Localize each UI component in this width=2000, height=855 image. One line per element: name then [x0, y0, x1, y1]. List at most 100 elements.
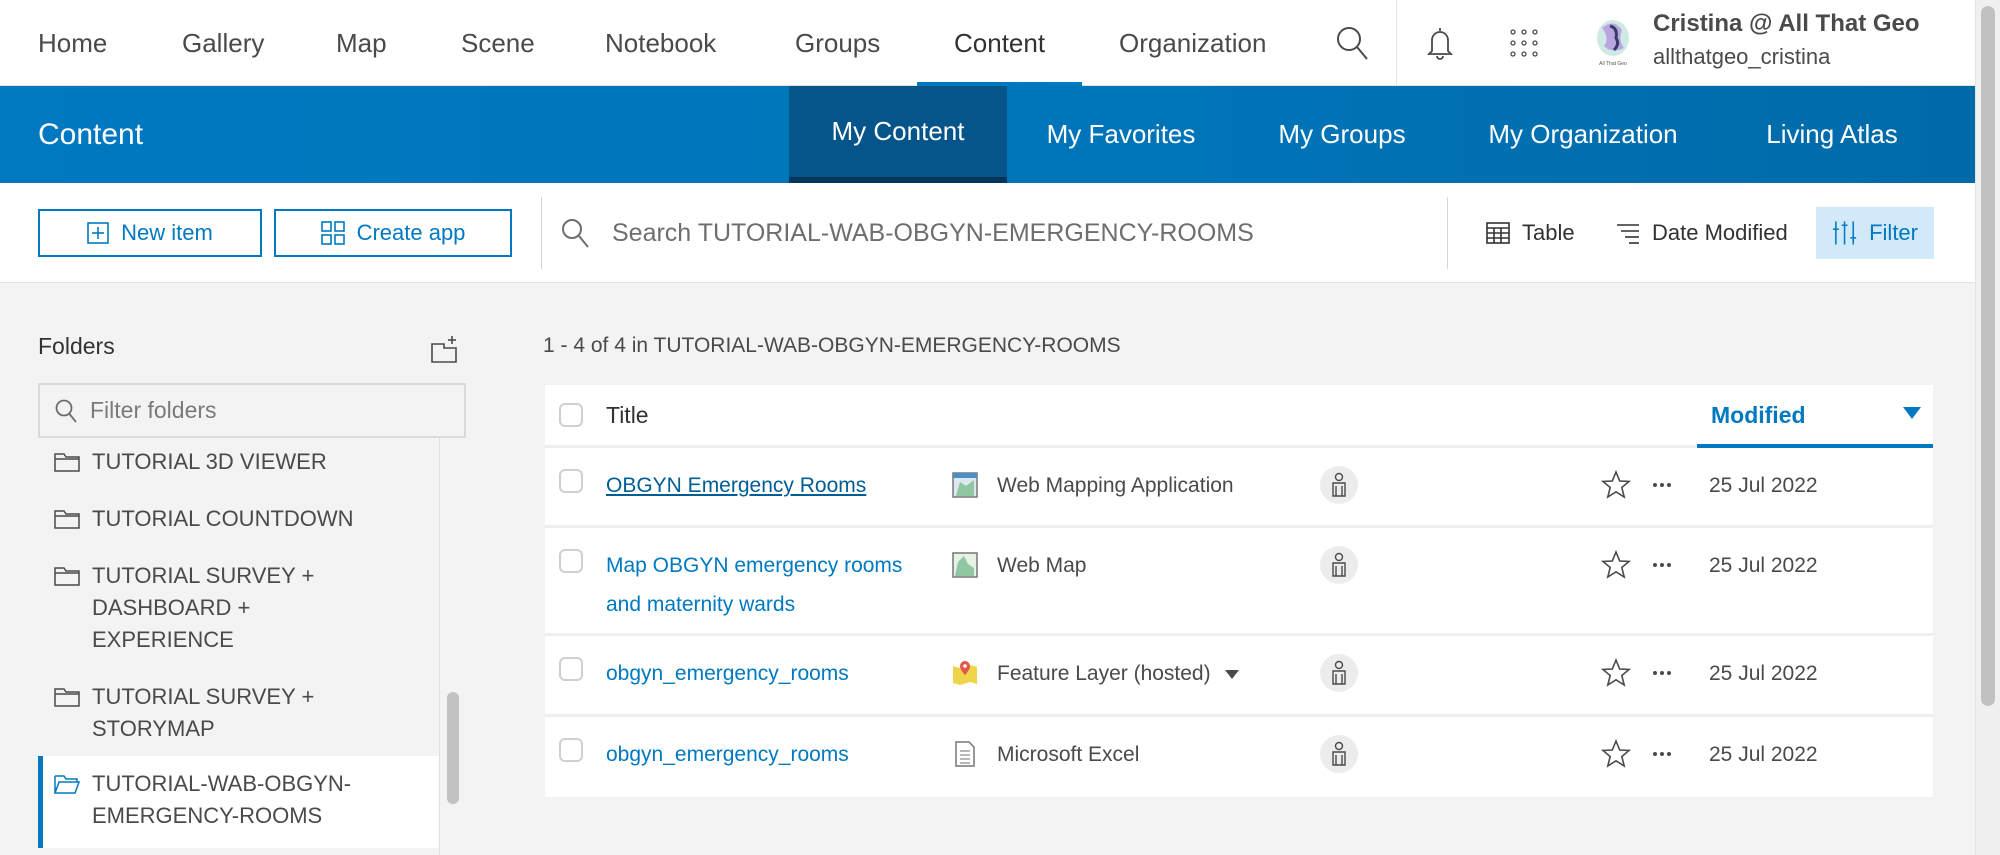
folder-label: TUTORIAL SURVEY + DASHBOARD + EXPERIENCE — [92, 563, 315, 652]
search-input[interactable] — [612, 218, 1412, 248]
sharing-owner-icon[interactable] — [1320, 654, 1358, 692]
page-title: Content — [38, 118, 144, 151]
star-icon[interactable] — [1601, 739, 1631, 769]
folder-open-icon — [54, 775, 80, 794]
new-item-button[interactable]: New item — [38, 209, 262, 257]
folder-label: TUTORIAL 3D VIEWER — [92, 449, 327, 474]
folder-item-active[interactable]: TUTORIAL-WAB-OBGYN-EMERGENCY-ROOMS — [38, 756, 439, 848]
new-folder-button[interactable] — [430, 334, 460, 364]
web-map-icon — [952, 552, 978, 578]
create-app-label: Create app — [356, 220, 466, 245]
view-label: Table — [1522, 220, 1575, 245]
folder-item[interactable]: TUTORIAL SURVEY + STORYMAP — [38, 681, 338, 745]
page-scrollbar-thumb[interactable] — [1981, 6, 1995, 706]
item-title-link[interactable]: OBGYN Emergency Rooms — [606, 466, 926, 505]
sharing-owner-icon[interactable] — [1320, 735, 1358, 773]
row-checkbox[interactable] — [559, 738, 583, 762]
tab-my-favorites[interactable]: My Favorites — [1028, 86, 1214, 183]
nav-home[interactable]: Home — [38, 0, 107, 86]
nav-scene[interactable]: Scene — [461, 0, 535, 86]
item-modified-date: 25 Jul 2022 — [1709, 554, 1818, 577]
nav-organization[interactable]: Organization — [1119, 0, 1266, 86]
nav-content[interactable]: Content — [916, 0, 1083, 86]
filter-button[interactable]: Filter — [1816, 207, 1934, 259]
nav-notebook[interactable]: Notebook — [605, 0, 716, 86]
folder-label: TUTORIAL COUNTDOWN — [92, 506, 354, 531]
table-row: Map OBGYN emergency rooms and maternity … — [545, 528, 1933, 636]
new-folder-icon — [431, 336, 457, 363]
filter-folders-input[interactable] — [90, 397, 450, 424]
app-grid-icon — [320, 221, 345, 245]
column-title[interactable]: Title — [606, 402, 649, 429]
nav-gallery[interactable]: Gallery — [182, 0, 264, 86]
star-icon[interactable] — [1601, 550, 1631, 580]
more-options-icon[interactable] — [1649, 661, 1675, 685]
star-icon[interactable] — [1601, 470, 1631, 500]
table-header: Title Modified — [545, 385, 1933, 448]
folder-label: TUTORIAL-WAB-OBGYN-EMERGENCY-ROOMS — [92, 771, 352, 828]
tab-living-atlas[interactable]: Living Atlas — [1751, 86, 1913, 183]
item-modified-date: 25 Jul 2022 — [1709, 474, 1818, 497]
excel-file-icon — [955, 741, 975, 767]
tab-my-groups[interactable]: My Groups — [1262, 86, 1422, 183]
select-all-checkbox[interactable] — [559, 403, 583, 427]
folder-item[interactable]: TUTORIAL SURVEY + DASHBOARD + EXPERIENCE — [38, 560, 338, 656]
folder-icon — [54, 453, 80, 472]
filter-label: Filter — [1869, 220, 1918, 245]
folders-heading: Folders — [38, 333, 115, 359]
folder-icon — [54, 688, 80, 707]
item-title-link[interactable]: obgyn_emergency_rooms — [606, 654, 926, 693]
user-avatar[interactable]: All That Geo — [1592, 18, 1634, 68]
column-modified-label: Modified — [1711, 402, 1806, 428]
type-dropdown-caret-icon[interactable] — [1224, 669, 1239, 679]
sliders-icon — [1832, 221, 1857, 245]
more-options-icon[interactable] — [1649, 742, 1675, 766]
table-row: obgyn_emergency_rooms Feature Layer (hos… — [545, 636, 1933, 717]
content-header: Content My Content My Favorites My Group… — [0, 86, 1975, 183]
table-icon — [1486, 222, 1510, 244]
toolbar-divider — [541, 197, 542, 269]
sort-button[interactable]: Date Modified — [1600, 207, 1804, 259]
more-options-icon[interactable] — [1649, 473, 1675, 497]
item-type: Microsoft Excel — [997, 743, 1140, 766]
folder-scrollbar-thumb[interactable] — [447, 692, 459, 804]
view-table-button[interactable]: Table — [1470, 207, 1591, 259]
web-mapping-app-icon — [952, 472, 978, 498]
folder-icon — [54, 567, 80, 586]
new-item-label: New item — [121, 220, 213, 245]
app-launcher-icon — [1510, 29, 1538, 57]
toolbar-divider — [1447, 197, 1448, 269]
folder-item[interactable]: TUTORIAL 3D VIEWER — [38, 446, 439, 478]
row-checkbox[interactable] — [559, 657, 583, 681]
content-toolbar: New item Create app Table Date Modified … — [0, 183, 1975, 283]
row-checkbox[interactable] — [559, 549, 583, 573]
item-type: Web Map — [997, 554, 1087, 577]
plus-square-icon — [87, 222, 109, 244]
app-launcher-button[interactable] — [1494, 0, 1554, 86]
star-icon[interactable] — [1601, 658, 1631, 688]
sharing-owner-icon[interactable] — [1320, 466, 1358, 504]
folder-label: TUTORIAL SURVEY + STORYMAP — [92, 684, 315, 741]
sort-label: Date Modified — [1652, 220, 1788, 245]
item-title-link[interactable]: Map OBGYN emergency rooms and maternity … — [606, 546, 926, 624]
bell-icon — [1426, 28, 1454, 60]
tab-my-organization[interactable]: My Organization — [1474, 86, 1692, 183]
search-button[interactable] — [1322, 0, 1382, 86]
sharing-owner-icon[interactable] — [1320, 546, 1358, 584]
nav-groups[interactable]: Groups — [795, 0, 880, 86]
search-icon — [55, 399, 77, 423]
item-modified-date: 25 Jul 2022 — [1709, 743, 1818, 766]
folder-item[interactable]: TUTORIAL COUNTDOWN — [38, 503, 439, 535]
notifications-button[interactable] — [1410, 0, 1470, 86]
row-checkbox[interactable] — [559, 469, 583, 493]
item-title-link[interactable]: obgyn_emergency_rooms — [606, 735, 926, 774]
top-navigation: Home Gallery Map Scene Notebook Groups C… — [0, 0, 1975, 86]
item-type: Web Mapping Application — [997, 474, 1234, 497]
nav-map[interactable]: Map — [336, 0, 387, 86]
column-modified[interactable]: Modified — [1697, 385, 1933, 448]
create-app-button[interactable]: Create app — [274, 209, 512, 257]
item-modified-date: 25 Jul 2022 — [1709, 662, 1818, 685]
tab-my-content[interactable]: My Content — [789, 86, 1007, 183]
user-display-name[interactable]: Cristina @ All That Geo — [1653, 10, 1920, 38]
more-options-icon[interactable] — [1649, 553, 1675, 577]
